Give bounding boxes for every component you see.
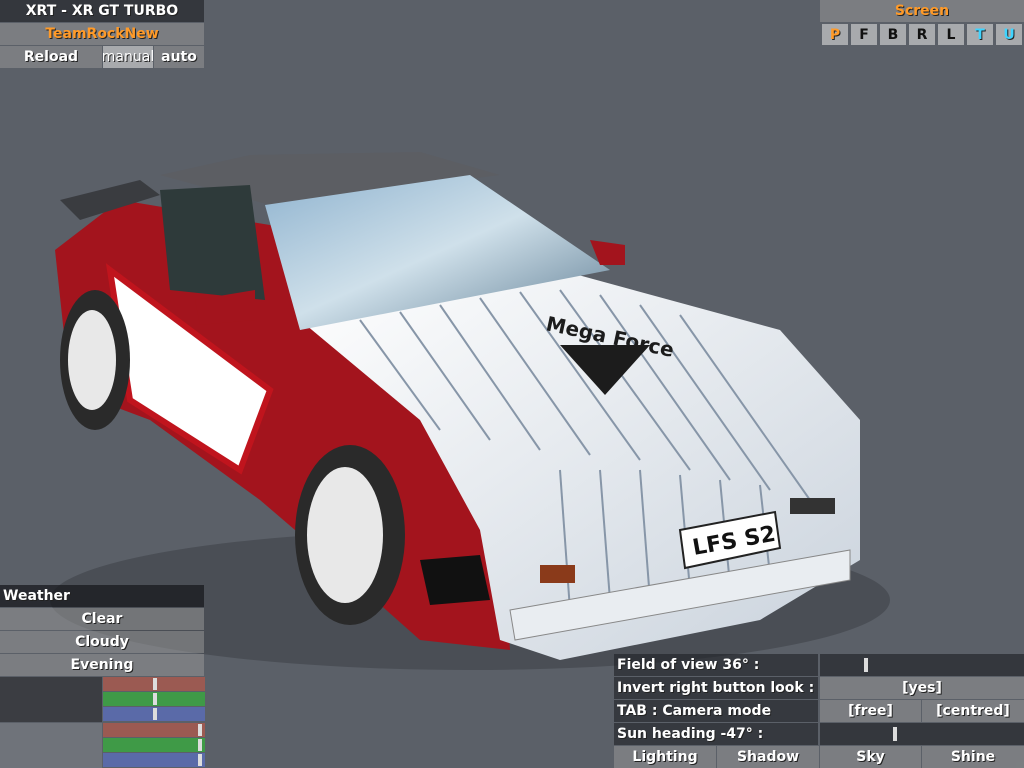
skin-name[interactable]: TeamRockNew — [0, 23, 204, 45]
reload-button[interactable]: Reload — [0, 46, 102, 68]
screen-title: Screen — [820, 0, 1024, 22]
camera-free-button[interactable]: [free] — [820, 700, 921, 722]
weather-title: Weather — [0, 585, 204, 607]
screen-b-button[interactable]: B — [880, 24, 906, 45]
ambient-blue-slider[interactable] — [103, 707, 205, 721]
ambient-color-preview — [0, 677, 102, 722]
screen-p-button[interactable]: P — [822, 24, 848, 45]
car-model-title: XRT - XR GT TURBO — [0, 0, 204, 22]
weather-evening-button[interactable]: Evening — [0, 654, 204, 676]
fov-slider[interactable] — [820, 654, 1024, 676]
sun-blue-slider[interactable] — [103, 753, 205, 767]
tab-shadow[interactable]: Shadow — [717, 746, 819, 768]
tab-sky[interactable]: Sky — [820, 746, 921, 768]
ambient-red-slider[interactable] — [103, 677, 205, 691]
invert-look-toggle[interactable]: [yes] — [820, 677, 1024, 699]
fov-label: Field of view 36° : — [614, 654, 818, 676]
auto-button[interactable]: auto — [154, 46, 204, 68]
camera-centred-button[interactable]: [centred] — [922, 700, 1024, 722]
screen-f-button[interactable]: F — [851, 24, 877, 45]
tab-lighting[interactable]: Lighting — [614, 746, 716, 768]
sun-heading-slider[interactable] — [820, 723, 1024, 745]
weather-clear-button[interactable]: Clear — [0, 608, 204, 630]
screen-l-button[interactable]: L — [938, 24, 964, 45]
manual-button[interactable]: manual — [103, 46, 153, 68]
weather-cloudy-button[interactable]: Cloudy — [0, 631, 204, 653]
sun-red-slider[interactable] — [103, 723, 205, 737]
screen-t-button[interactable]: T — [967, 24, 993, 45]
sun-heading-label: Sun heading -47° : — [614, 723, 818, 745]
sun-color-preview — [0, 723, 102, 768]
ambient-green-slider[interactable] — [103, 692, 205, 706]
screen-r-button[interactable]: R — [909, 24, 935, 45]
screen-u-button[interactable]: U — [996, 24, 1022, 45]
camera-mode-label: TAB : Camera mode — [614, 700, 818, 722]
sun-green-slider[interactable] — [103, 738, 205, 752]
invert-look-label: Invert right button look : — [614, 677, 818, 699]
tab-shine[interactable]: Shine — [922, 746, 1024, 768]
